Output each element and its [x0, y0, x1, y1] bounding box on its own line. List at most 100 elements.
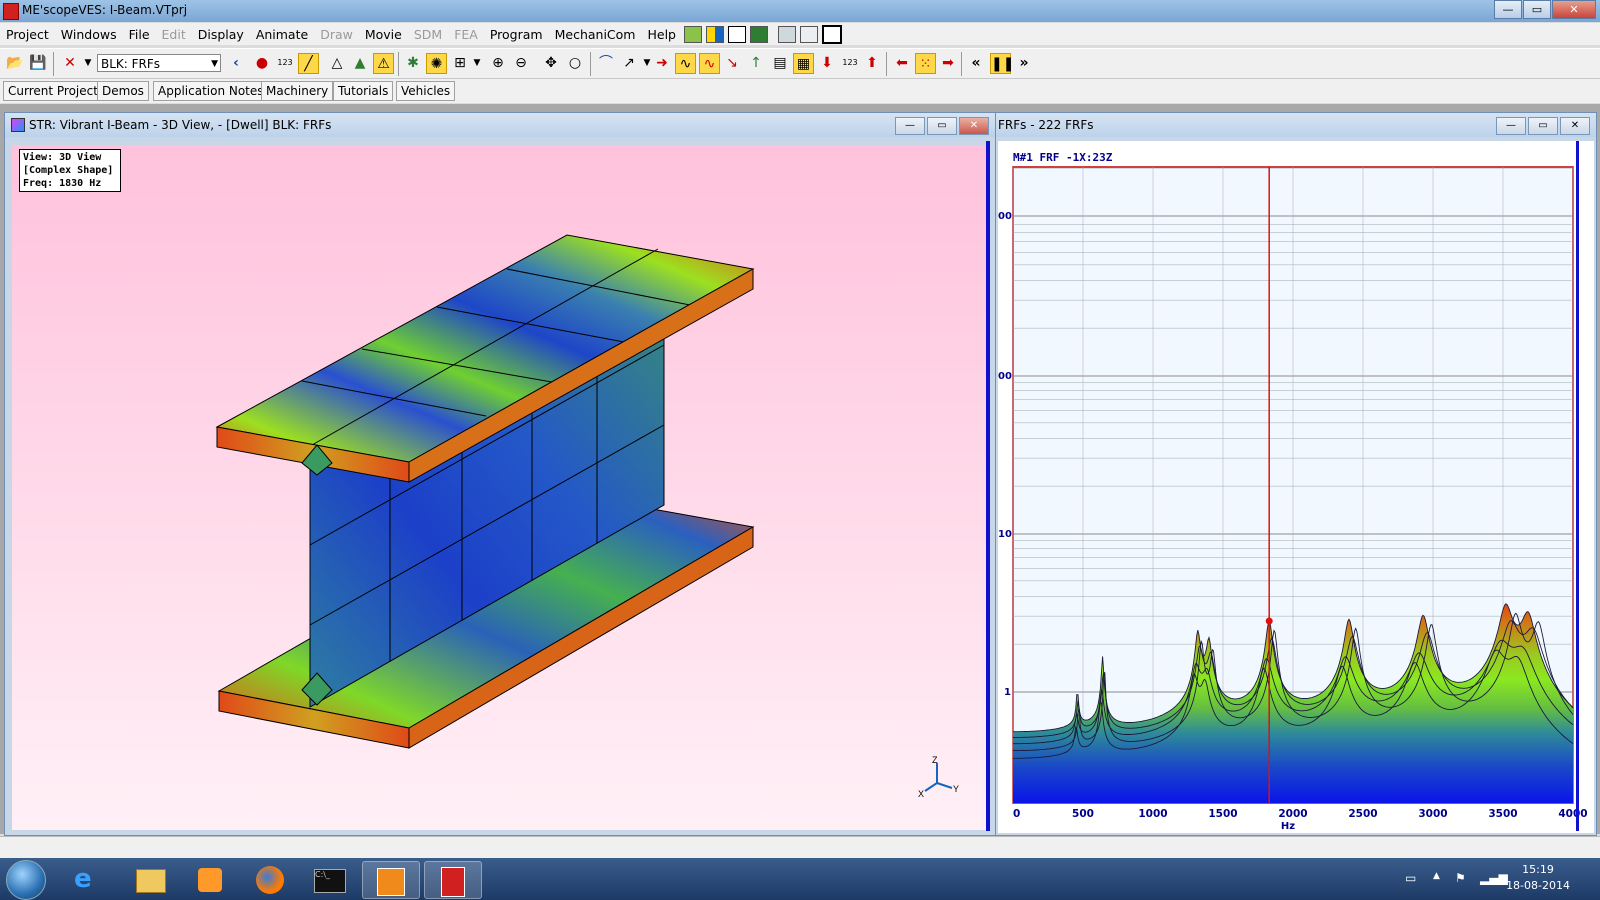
- arrow-left-icon[interactable]: ⬅: [892, 53, 912, 73]
- save-icon[interactable]: [777, 25, 796, 43]
- move-icon[interactable]: ✥: [541, 53, 561, 73]
- tab-current-project[interactable]: Current Project: [3, 81, 103, 101]
- arrow-down-icon[interactable]: ⬇: [817, 53, 837, 73]
- frf-minimize-button[interactable]: —: [1496, 117, 1526, 135]
- menu-mechanicom[interactable]: MechaniCom: [549, 27, 642, 42]
- taskbar-explorer[interactable]: [122, 861, 178, 897]
- tab-tutorials[interactable]: Tutorials: [333, 81, 394, 101]
- menu-windows[interactable]: Windows: [55, 27, 123, 42]
- mescope-icon: [441, 867, 465, 897]
- back-arrow-icon[interactable]: ‹: [226, 53, 246, 73]
- tab-demos[interactable]: Demos: [97, 81, 149, 101]
- wave-red-icon[interactable]: ∿: [699, 53, 720, 74]
- structure-window-caption[interactable]: STR: Vibrant I-Beam - 3D View, - [Dwell]…: [5, 113, 995, 137]
- menu-draw[interactable]: Draw: [314, 27, 359, 42]
- taskbar-mescope[interactable]: [424, 861, 482, 899]
- tab-vehicles[interactable]: Vehicles: [396, 81, 456, 101]
- menu-edit[interactable]: Edit: [156, 27, 192, 42]
- triangle-outline-icon[interactable]: △: [327, 53, 347, 73]
- frf-close-button[interactable]: ✕: [1560, 117, 1590, 135]
- window-icon[interactable]: [799, 25, 818, 43]
- flag-tray-icon[interactable]: ⚑: [1455, 871, 1466, 885]
- color-bars-icon[interactable]: ▤: [770, 53, 790, 73]
- menu-animate[interactable]: Animate: [250, 27, 314, 42]
- triangle-fill-icon[interactable]: ▲: [350, 53, 370, 73]
- frf-window-caption[interactable]: FRFs - 222 FRFs — ▭ ✕: [996, 113, 1596, 137]
- view-splitter[interactable]: [986, 141, 990, 831]
- menu-fea[interactable]: FEA: [448, 27, 484, 42]
- taskbar-cmd[interactable]: C:\_: [302, 861, 358, 897]
- taskbar-ie[interactable]: e: [60, 861, 116, 897]
- rewind-icon[interactable]: «: [966, 53, 986, 73]
- frf-plot-area[interactable]: M#1 FRF -1X:23Z 00 00 10 1 0 500 1000 1500 2000…: [998, 141, 1594, 833]
- fast-forward-icon[interactable]: »: [1014, 53, 1034, 73]
- app-window-icon: [377, 868, 405, 896]
- plot-splitter[interactable]: [1576, 141, 1579, 831]
- menu-project[interactable]: Project: [0, 27, 55, 42]
- menu-help[interactable]: Help: [641, 27, 682, 42]
- star-icon[interactable]: ✱: [403, 53, 423, 73]
- taskbar: e C:\_ ▭ ▲ ⚑ ▂▄▆ 15:19 18-08-2014: [0, 858, 1600, 900]
- structure-close-button[interactable]: ✕: [959, 117, 989, 135]
- contour-icon[interactable]: ▦: [793, 53, 814, 74]
- screen-icon[interactable]: [749, 25, 768, 43]
- network-tray-icon[interactable]: ▭: [1405, 871, 1416, 885]
- x-tick-label: 1500: [1208, 808, 1237, 820]
- start-button[interactable]: [6, 860, 46, 900]
- save-folder-icon[interactable]: 💾: [28, 53, 48, 73]
- arrow-up-icon[interactable]: ⬆: [862, 53, 882, 73]
- wave-icon[interactable]: ∿: [675, 53, 696, 74]
- menu-file[interactable]: File: [123, 27, 156, 42]
- system-clock[interactable]: 15:19 18-08-2014: [1506, 862, 1570, 894]
- line-icon[interactable]: ╱: [298, 53, 319, 74]
- sweep-icon[interactable]: ➜: [652, 53, 672, 73]
- measure-icon[interactable]: ✕: [60, 53, 80, 73]
- restore-button[interactable]: ▭: [1523, 0, 1551, 19]
- frf-window-title: FRFs - 222 FRFs: [998, 118, 1094, 132]
- arrow-up-green-icon[interactable]: ↑: [746, 53, 766, 73]
- axes-icon[interactable]: ↗: [619, 53, 639, 73]
- show-hidden-icons[interactable]: ▲: [1433, 871, 1440, 881]
- point-icon[interactable]: ●: [252, 53, 272, 73]
- menu-movie[interactable]: Movie: [359, 27, 408, 42]
- structure-minimize-button[interactable]: —: [895, 117, 925, 135]
- tile-grid-icon[interactable]: [727, 25, 746, 43]
- tile-vertical-icon[interactable]: [705, 25, 724, 43]
- arrow-right-icon[interactable]: ➡: [938, 53, 958, 73]
- triangle-warning-icon[interactable]: ⚠: [373, 53, 394, 74]
- rotate-icon[interactable]: ○: [565, 53, 585, 73]
- zoom-in-icon[interactable]: ⊕: [488, 53, 508, 73]
- signal-tray-icon[interactable]: ▂▄▆: [1480, 871, 1508, 885]
- stop-dots-icon[interactable]: ⁙: [915, 53, 936, 74]
- sun-icon[interactable]: ✺: [426, 53, 447, 74]
- taskbar-app2[interactable]: [362, 861, 420, 899]
- grid-dropdown-icon[interactable]: ▼: [467, 53, 487, 73]
- dropdown-arrow-icon[interactable]: ▼: [78, 53, 98, 73]
- axis-x-label: X: [918, 789, 924, 799]
- tab-application-notes[interactable]: Application Notes: [153, 81, 269, 101]
- frf-chart[interactable]: M#1 FRF -1X:23Z 00 00 10 1 0 500 1000 1500 2000…: [998, 141, 1594, 833]
- taskbar-firefox[interactable]: [242, 861, 298, 897]
- view-3d-canvas[interactable]: View: 3D View [Complex Shape] Freq: 1830…: [12, 145, 990, 830]
- menu-display[interactable]: Display: [192, 27, 250, 42]
- number-icon[interactable]: 123: [840, 53, 860, 73]
- exit-icon[interactable]: [821, 24, 842, 44]
- taskbar-media[interactable]: [182, 861, 238, 897]
- edit-icon[interactable]: [683, 25, 702, 43]
- arrow-diag-icon[interactable]: ↘: [722, 53, 742, 73]
- zoom-out-icon[interactable]: ⊖: [511, 53, 531, 73]
- number-points-icon[interactable]: 123: [275, 53, 295, 73]
- y-tick-label: 00: [998, 371, 1012, 382]
- structure-restore-button[interactable]: ▭: [927, 117, 957, 135]
- close-button[interactable]: ✕: [1552, 0, 1596, 19]
- pause-icon[interactable]: ❚❚: [990, 53, 1014, 74]
- menu-program[interactable]: Program: [484, 27, 549, 42]
- block-select[interactable]: BLK: FRFs ▼: [97, 54, 221, 72]
- minimize-button[interactable]: —: [1494, 0, 1522, 19]
- menu-sdm[interactable]: SDM: [408, 27, 448, 42]
- frf-restore-button[interactable]: ▭: [1528, 117, 1558, 135]
- window-controls: — ▭ ✕: [1493, 0, 1596, 19]
- open-folder-icon[interactable]: 📂: [5, 53, 25, 73]
- animate-shape-icon[interactable]: ⌒: [596, 53, 616, 73]
- tab-machinery[interactable]: Machinery: [261, 81, 334, 101]
